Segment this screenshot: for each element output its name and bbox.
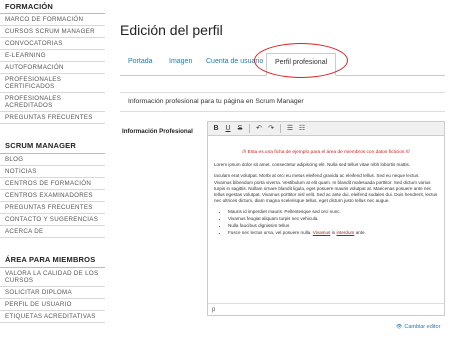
list-item: Mauris id imperdiet mauris. Pellentesque…	[228, 209, 438, 215]
list-item: Vivamus feugiat aliquam turpis nec vehic…	[228, 216, 438, 222]
undo-icon[interactable]: ↶	[254, 123, 264, 135]
section-title-formacion: FORMACIÓN	[0, 1, 105, 14]
toolbar-divider	[280, 124, 281, 133]
toolbar-divider	[249, 124, 250, 133]
nav-item-diploma[interactable]: SOLICITAR DIPLOMA	[0, 287, 105, 299]
nav-item-blog[interactable]: BLOG	[0, 154, 105, 166]
rich-text-editor[interactable]: B U S ↶ ↷ ☰ ☷ /// Esta es una ficha de e…	[207, 121, 445, 316]
nav-item-preguntas[interactable]: PREGUNTAS FRECUENTES	[0, 112, 105, 124]
editor-statusbar: p	[208, 303, 444, 315]
numbered-list-icon[interactable]: ☷	[297, 123, 307, 135]
nav-item-centros-formacion[interactable]: CENTROS DE FORMACIÓN	[0, 178, 105, 190]
editor-list: Mauris id imperdiet mauris. Pellentesque…	[228, 209, 438, 235]
nav-item-contacto[interactable]: CONTACTO Y SUGERENCIAS	[0, 214, 105, 226]
nav-item-convocatorias[interactable]: CONVOCATORIAS	[0, 38, 105, 50]
editor-paragraph-2: Iaculam erat volutpat. Morbi at orci eu …	[214, 173, 438, 204]
nav-item-perfil[interactable]: PERFIL DE USUARIO	[0, 299, 105, 311]
editor-notice: /// Esta es una ficha de ejemplo para el…	[242, 150, 410, 155]
underlined-word: Vivamus	[312, 229, 331, 235]
nav-item-acreditados[interactable]: PROFESIONALES ACREDITADOS	[0, 93, 105, 112]
field-label: Información Profesional	[122, 128, 193, 135]
nav-item-autoformacion[interactable]: AUTOFORMACIÓN	[0, 62, 105, 74]
underlined-word: interdum	[336, 229, 355, 235]
tab-perfil-profesional[interactable]: Perfil profesional	[266, 53, 337, 76]
bullet-list-icon[interactable]: ☰	[285, 123, 295, 135]
info-text: Información profesional para tu página e…	[120, 92, 445, 112]
bold-button[interactable]: B	[211, 123, 221, 135]
strikethrough-button[interactable]: S	[235, 123, 245, 135]
tab-cuenta[interactable]: Cuenta de usuario	[206, 58, 263, 65]
tab-portada[interactable]: Portada	[128, 58, 153, 65]
nav-item-preguntas-frecuentes[interactable]: PREGUNTAS FRECUENTES	[0, 202, 105, 214]
list-item: Fusce nec lectus urna, vel posuere nulla…	[228, 230, 438, 236]
nav-item-acerca[interactable]: ACERCA DE	[0, 226, 105, 238]
nav-item-cursos[interactable]: CURSOS SCRUM MANAGER	[0, 26, 105, 38]
nav-item-noticias[interactable]: NOTICIAS	[0, 166, 105, 178]
editor-content[interactable]: /// Esta es una ficha de ejemplo para el…	[208, 136, 444, 236]
editor-toolbar: B U S ↶ ↷ ☰ ☷	[208, 122, 444, 136]
profile-tabs: Portada Imagen Cuenta de usuario Perfil …	[120, 48, 445, 76]
section-title-miembros: ÁREA PARA MIEMBROS	[0, 254, 105, 268]
page-title: Edición del perfil	[120, 22, 223, 38]
list-item: Nulla faucibus dignissim tellus	[228, 223, 438, 229]
eye-icon: 👁	[396, 324, 403, 330]
editor-paragraph-1: Lorem ipsum dolor sit amet, consectetur …	[214, 162, 411, 168]
section-title-scrum: SCRUM MANAGER	[0, 140, 105, 154]
nav-item-valora[interactable]: VALORA LA CALIDAD DE LOS CURSOS	[0, 268, 105, 287]
nav-item-marco[interactable]: MARCO DE FORMACIÓN	[0, 14, 105, 26]
nav-item-centros-examinadores[interactable]: CENTROS EXAMINADORES	[0, 190, 105, 202]
nav-item-certificados[interactable]: PROFESIONALES CERTIFICADOS	[0, 74, 105, 93]
change-editor-link[interactable]: 👁 Cambiar editor	[396, 324, 440, 330]
nav-item-elearning[interactable]: E-LEARNING	[0, 50, 105, 62]
redo-icon[interactable]: ↷	[266, 123, 276, 135]
tab-imagen[interactable]: Imagen	[169, 58, 192, 65]
underline-button[interactable]: U	[223, 123, 233, 135]
sidebar: FORMACIÓN MARCO DE FORMACIÓN CURSOS SCRU…	[0, 0, 105, 323]
nav-item-etiquetas[interactable]: ETIQUETAS ACREDITATIVAS	[0, 311, 105, 323]
